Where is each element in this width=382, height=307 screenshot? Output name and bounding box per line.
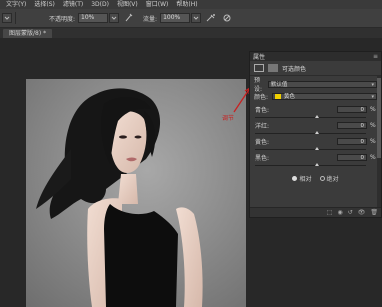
cyan-input[interactable]: 0 [337, 105, 367, 113]
layer-mask-icon[interactable] [268, 64, 278, 72]
magenta-track[interactable] [255, 131, 366, 134]
properties-panel-header: 属性 ≡ [250, 52, 381, 61]
method-relative-label: 相对 [299, 175, 312, 183]
panel-footer: ⬚ ◉ ↺ 👁 🗑 [250, 207, 381, 217]
options-bar: 不透明度: 10% 流量: 100% [0, 9, 382, 28]
preset-select[interactable]: 默认值 ▾ [267, 80, 377, 88]
preset-label: 预设: [254, 77, 263, 93]
method-row: 相对 绝对 [250, 171, 381, 185]
magenta-slider: 洋红: 0 % [250, 121, 381, 134]
method-relative-option[interactable]: 相对 [292, 174, 312, 183]
black-unit: % [370, 153, 376, 161]
properties-panel-title: 属性 [253, 54, 266, 61]
options-separator [15, 12, 16, 24]
yellow-input[interactable]: 0 [337, 137, 367, 145]
panel-menu-icon[interactable]: ≡ [373, 53, 378, 60]
portrait-image [26, 79, 246, 307]
menu-item-type[interactable]: 文字(Y) [0, 0, 30, 9]
color-row: 颜色: 黄色 ▾ [250, 90, 381, 102]
cyan-label: 青色: [255, 106, 270, 114]
properties-panel: 属性 ≡ 可选颜色 预设: 默认值 ▾ 颜色: 黄色 ▾ 青色: 0 % 洋红: [249, 51, 382, 218]
color-select[interactable]: 黄色 ▾ [271, 92, 377, 100]
chevron-down-icon [193, 16, 199, 20]
color-value: 黄色 [283, 94, 295, 100]
adjustment-header: 可选颜色 [250, 61, 381, 76]
preset-value: 默认值 [270, 82, 288, 88]
method-absolute-option[interactable]: 绝对 [319, 174, 339, 183]
trash-icon[interactable]: 🗑 [370, 209, 378, 216]
flow-label: 流量: [143, 15, 158, 23]
pressure-size-icon[interactable] [221, 12, 233, 24]
black-label: 黑色: [255, 154, 270, 162]
opacity-dropdown[interactable] [109, 13, 120, 23]
cyan-track[interactable] [255, 115, 366, 118]
preset-row: 预设: 默认值 ▾ [250, 77, 381, 93]
color-label: 颜色: [254, 93, 269, 101]
scrollbar-thumb[interactable] [377, 78, 381, 158]
visibility-eye-icon[interactable]: 👁 [358, 209, 366, 216]
airbrush-icon[interactable] [205, 12, 217, 24]
menu-item-help[interactable]: 帮助(H) [172, 0, 201, 9]
annotation-label: 调节 [222, 115, 235, 122]
menu-bar: 文字(Y) 选择(S) 滤镜(T) 3D(D) 视图(V) 窗口(W) 帮助(H… [0, 0, 382, 9]
document-tab[interactable]: 图层蒙版/8) * [3, 29, 53, 38]
cyan-thumb[interactable] [315, 115, 319, 118]
cyan-unit: % [370, 105, 376, 113]
chevron-down-icon [4, 16, 10, 20]
menu-item-3d[interactable]: 3D(D) [87, 0, 113, 9]
view-previous-icon[interactable]: ◉ [337, 209, 342, 216]
clip-to-layer-icon[interactable]: ⬚ [327, 209, 333, 216]
magenta-input[interactable]: 0 [337, 121, 367, 129]
opacity-label: 不透明度: [49, 15, 76, 23]
chevron-down-icon: ▾ [371, 93, 374, 100]
opacity-input[interactable]: 10% [78, 13, 109, 23]
black-thumb[interactable] [315, 163, 319, 166]
menu-item-select[interactable]: 选择(S) [30, 0, 59, 9]
chevron-down-icon: ▾ [371, 81, 374, 88]
radio-unselected-icon[interactable] [319, 175, 325, 181]
flow-dropdown[interactable] [191, 13, 202, 23]
black-slider: 黑色: 0 % [250, 153, 381, 166]
magenta-thumb[interactable] [315, 131, 319, 134]
chevron-down-icon [111, 16, 117, 20]
black-input[interactable]: 0 [337, 153, 367, 161]
yellow-track[interactable] [255, 147, 366, 150]
magenta-unit: % [370, 121, 376, 129]
adjustment-layer-icon [254, 64, 264, 72]
panel-scrollbar[interactable] [377, 76, 381, 209]
adjustment-title: 可选颜色 [282, 65, 307, 73]
yellow-unit: % [370, 137, 376, 145]
yellow-label: 黄色: [255, 138, 270, 146]
yellow-thumb[interactable] [315, 147, 319, 150]
cyan-slider: 青色: 0 % [250, 105, 381, 118]
reset-icon[interactable]: ↺ [348, 209, 353, 216]
yellow-slider: 黄色: 0 % [250, 137, 381, 150]
document-tab-bar: 图层蒙版/8) * [0, 28, 382, 38]
black-track[interactable] [255, 163, 366, 166]
canvas-photo[interactable] [26, 79, 246, 307]
menu-item-filter[interactable]: 滤镜(T) [59, 0, 87, 9]
color-swatch [274, 93, 281, 99]
menu-item-view[interactable]: 视图(V) [113, 0, 142, 9]
pressure-opacity-icon[interactable] [123, 12, 135, 24]
magenta-label: 洋红: [255, 122, 270, 130]
options-left-dropdown[interactable] [2, 13, 12, 23]
method-absolute-label: 绝对 [326, 175, 339, 183]
radio-selected-icon[interactable] [292, 175, 298, 181]
menu-item-window[interactable]: 窗口(W) [142, 0, 173, 9]
flow-input[interactable]: 100% [160, 13, 191, 23]
